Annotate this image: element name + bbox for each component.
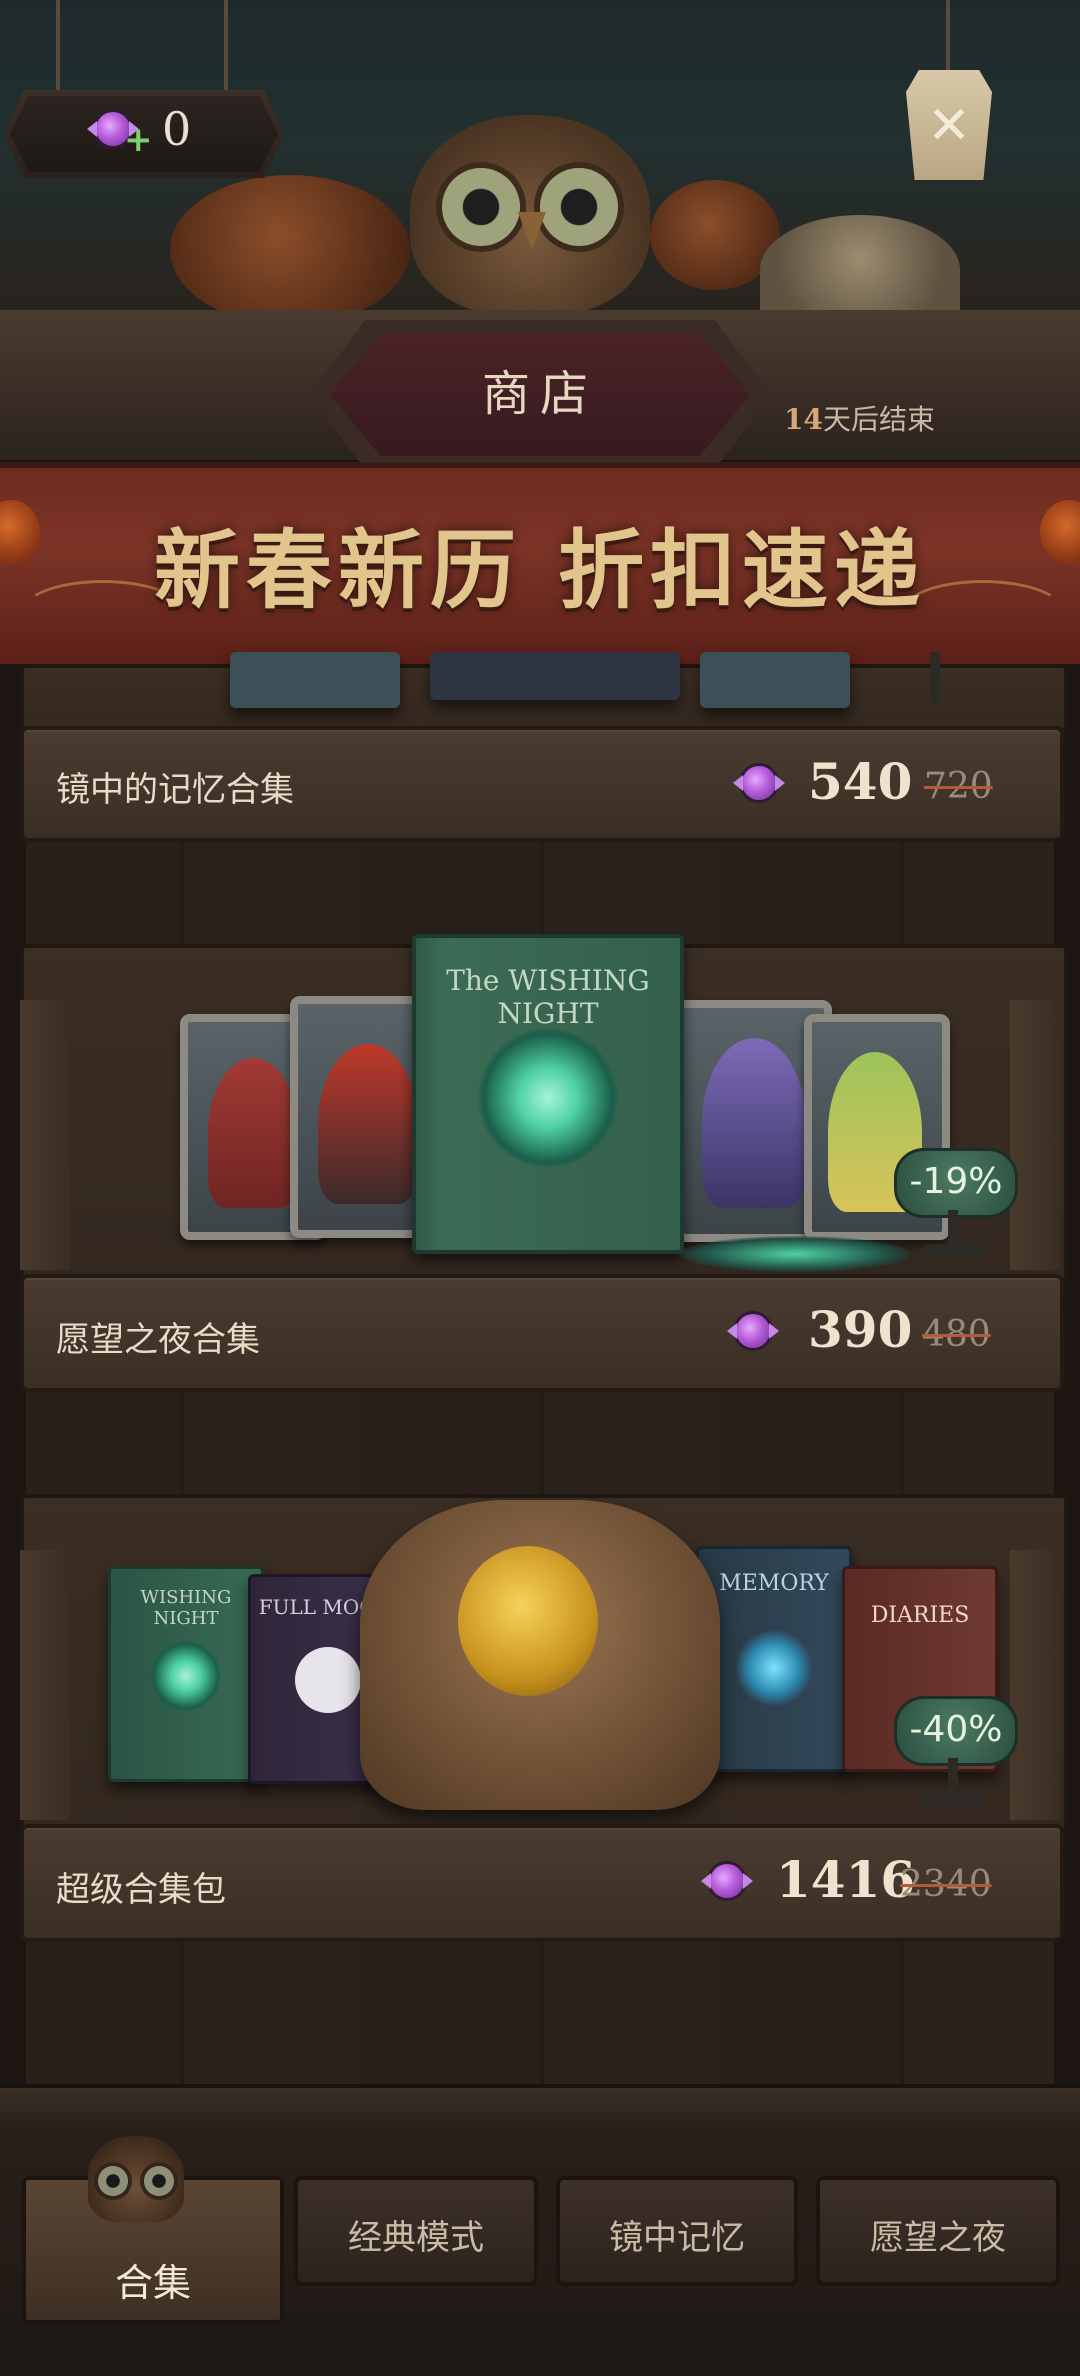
shelf-side [1010, 1550, 1060, 1820]
bundle-original-price: 2340 [900, 1864, 992, 1905]
banner-headline: 新春新历 折扣速递 [154, 520, 926, 621]
swirl-emblem-icon [735, 1629, 813, 1707]
candy-icon [736, 1314, 770, 1348]
gold-swirl-emblem-icon [458, 1546, 598, 1696]
owl-eye-icon [98, 2166, 128, 2196]
memory-book-item [430, 652, 680, 700]
book-title: DIARIES [870, 1603, 970, 1628]
swirl-emblem-icon [478, 1028, 618, 1168]
bundle-original-price: 720 [924, 766, 993, 807]
bundle-price: 1416 [776, 1850, 916, 1909]
owl-eye-icon [144, 2166, 174, 2196]
hanging-rope [224, 0, 228, 92]
tab-label: 愿望之夜 [870, 2218, 1006, 2258]
tag-stand-base [921, 1792, 985, 1806]
currency-count: 0 [162, 102, 192, 156]
shelf-side [1010, 1000, 1060, 1270]
wishing-night-book: The WISHING NIGHT [412, 934, 684, 1254]
tag-stand-base [921, 1244, 985, 1258]
shelf-side [20, 1000, 70, 1270]
bundle-original-price: 480 [922, 1314, 991, 1355]
wishing-night-book: WISHING NIGHT [108, 1566, 264, 1782]
bundle-name: 愿望之夜合集 [56, 1320, 260, 1360]
tab-label: 镜中记忆 [609, 2218, 745, 2258]
tab-label: 经典模式 [348, 2218, 484, 2258]
moon-icon [295, 1647, 361, 1713]
plus-icon[interactable]: + [124, 120, 153, 160]
owl-eye-icon [442, 168, 520, 246]
memory-card-item [700, 652, 850, 708]
shelf-side [20, 1550, 70, 1820]
candy-icon [710, 1864, 744, 1898]
discount-tag: -19% [894, 1148, 1018, 1218]
bundle-name: 超级合集包 [56, 1870, 226, 1910]
character-portrait [208, 1058, 298, 1208]
tag-stand [930, 652, 940, 702]
tab-wishing-night[interactable]: 愿望之夜 [816, 2176, 1060, 2286]
swirl-emblem-icon [151, 1641, 221, 1711]
tab-label: 合集 [114, 2261, 191, 2305]
bundle-price: 540 [808, 752, 913, 811]
character-portrait [702, 1038, 806, 1208]
bundle-price: 390 [808, 1300, 913, 1359]
book-title: WISHING NIGHT [140, 1587, 232, 1629]
page-title: 商店 [481, 366, 598, 422]
glow-pedestal [680, 1236, 910, 1272]
bottom-nav-rail [0, 2084, 1080, 2128]
owl-eye-icon [540, 168, 618, 246]
pumpkin-decoration [170, 175, 410, 325]
event-countdown: 14天后结束 [784, 398, 935, 438]
tab-classic-mode[interactable]: 经典模式 [294, 2176, 538, 2286]
bundle-name: 镜中的记忆合集 [56, 770, 294, 810]
discount-tag: -40% [894, 1696, 1018, 1766]
countdown-suffix: 天后结束 [822, 403, 935, 436]
memory-card-item [230, 652, 400, 708]
book-title: The WISHING NIGHT [446, 964, 650, 1030]
candy-icon [742, 766, 776, 800]
hanging-rope [56, 0, 60, 92]
book-title: MEMORY [719, 1571, 829, 1596]
skull-decoration [760, 215, 960, 325]
close-icon[interactable]: ✕ [906, 96, 992, 156]
tab-mirror-memory[interactable]: 镜中记忆 [556, 2176, 798, 2286]
character-portrait [318, 1044, 418, 1204]
lantern-rope [946, 0, 950, 72]
countdown-days: 14 [784, 403, 823, 436]
